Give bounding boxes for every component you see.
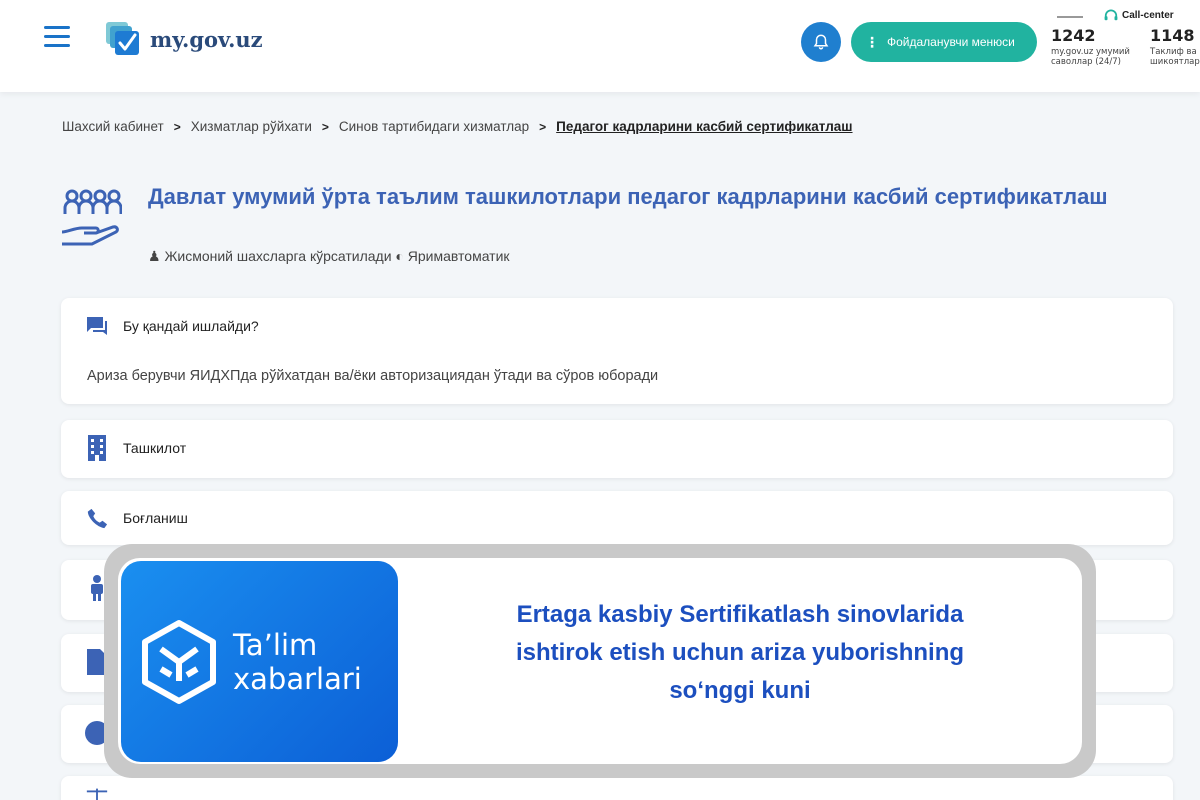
- education-service-icon: [60, 186, 123, 248]
- half-circle-icon: ◐: [395, 248, 404, 264]
- logo[interactable]: my.gov.uz: [104, 18, 263, 60]
- logo-check-icon: [104, 19, 144, 59]
- breadcrumb-item[interactable]: Синов тартибидаги хизматлар: [339, 119, 529, 134]
- card-header[interactable]: Ташкилот: [61, 420, 1173, 476]
- chat-icon: [85, 314, 109, 338]
- card-label: Ташкилот: [123, 440, 187, 456]
- stat-value: 1242: [1051, 26, 1096, 45]
- brand-line: xabarlari: [233, 662, 362, 696]
- user-menu-button[interactable]: ⋮ Фойдаланувчи менюси: [851, 22, 1037, 62]
- partial-card[interactable]: [61, 776, 1173, 800]
- breadcrumb-item[interactable]: Хизматлар рўйхати: [191, 119, 312, 134]
- call-center-text: Call-center: [1122, 9, 1174, 21]
- stat-complaints[interactable]: 1148 Таклиф ва шикоятлар: [1150, 26, 1200, 67]
- stat-value: 1148: [1150, 26, 1195, 45]
- service-meta: ♟ Жисмоний шахсларга кўрсатилади ◐ Ярима…: [148, 248, 510, 265]
- card-label: Боғланиш: [123, 510, 188, 526]
- phone-icon: [85, 506, 109, 530]
- contact-card[interactable]: Боғланиш: [61, 491, 1173, 545]
- organization-card[interactable]: Ташкилот: [61, 420, 1173, 478]
- brand-line: Ta’lim: [233, 628, 318, 662]
- stat-caption: Таклиф ва: [1150, 47, 1197, 57]
- call-center-label[interactable]: Call-center: [1104, 9, 1174, 21]
- mode-label: Яримавтоматик: [407, 248, 510, 264]
- breadcrumb-current[interactable]: Педагог кадрларини касбий сертификатлаш: [556, 119, 852, 134]
- card-body-text: Ариза берувчи ЯИДХПда рўйхатдан ва/ёки а…: [87, 368, 659, 384]
- scales-icon: [85, 784, 109, 800]
- headline-line: Ertaga kasbiy Sertifikatlash sinovlarida: [516, 601, 964, 628]
- stat-questions[interactable]: 1242 my.gov.uz умумий саволлар (24/7): [1051, 26, 1130, 67]
- stat-caption: шикоятлар: [1150, 57, 1200, 67]
- card-header[interactable]: Боғланиш: [61, 491, 1173, 545]
- divider: [1057, 16, 1083, 18]
- breadcrumb: Шахсий кабинет > Хизматлар рўйхати > Син…: [62, 119, 853, 134]
- news-headline: Ertaga kasbiy Sertifikatlash sinovlarida…: [420, 596, 1060, 710]
- brand-title: Ta’lim xabarlari: [233, 628, 362, 696]
- building-icon: [85, 435, 109, 461]
- headline-line: so‘nggi kuni: [669, 677, 811, 704]
- card-header[interactable]: Бу қандай ишлайди?: [61, 298, 1173, 354]
- stat-caption: саволлар (24/7): [1051, 57, 1121, 67]
- how-it-works-card[interactable]: Бу қандай ишлайди? Ариза берувчи ЯИДХПда…: [61, 298, 1173, 404]
- headline-line: ishtirok etish uchun ariza yuborishning: [515, 639, 965, 666]
- card-header[interactable]: [61, 776, 1173, 800]
- bell-icon: [813, 34, 829, 50]
- headset-icon: [1104, 9, 1118, 21]
- chevron-right-icon: >: [173, 119, 181, 134]
- card-label: Бу қандай ишлайди?: [123, 318, 259, 334]
- page-title: Давлат умумий ўрта таълим ташкилотлари п…: [148, 184, 1108, 209]
- breadcrumb-item[interactable]: Шахсий кабинет: [62, 119, 164, 134]
- menu-icon[interactable]: [44, 26, 70, 48]
- stat-caption: my.gov.uz умумий: [1051, 47, 1130, 57]
- audience-label: Жисмоний шахсларга кўрсатилади: [164, 248, 392, 264]
- logo-text: my.gov.uz: [150, 26, 263, 52]
- person-icon: ♟: [148, 248, 161, 264]
- chevron-right-icon: >: [539, 119, 547, 134]
- more-vertical-icon: ⋮: [865, 33, 879, 50]
- notification-bell-button[interactable]: [801, 22, 841, 62]
- cube-logo-icon: [142, 620, 216, 704]
- chevron-right-icon: >: [321, 119, 329, 134]
- top-bar: my.gov.uz ⋮ Фойдаланувчи менюси Call-cen…: [0, 0, 1200, 92]
- user-menu-label: Фойдаланувчи менюси: [887, 35, 1015, 49]
